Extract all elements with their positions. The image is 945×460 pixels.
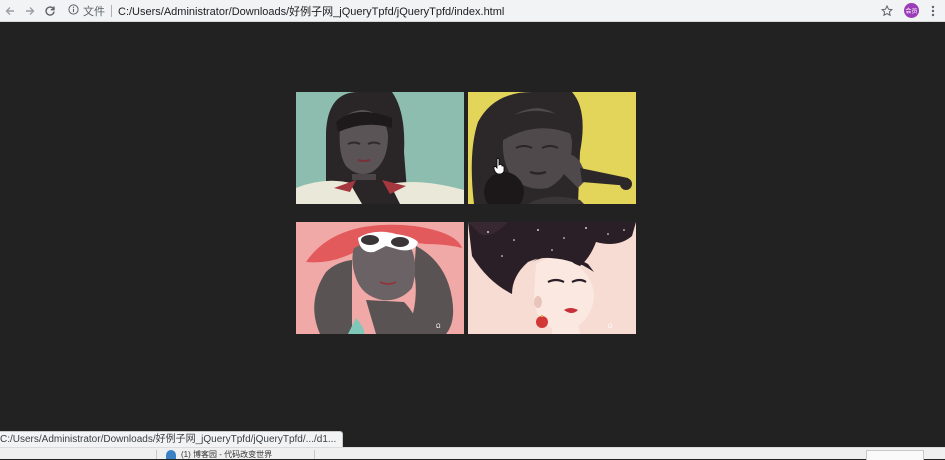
star-icon [881, 4, 893, 16]
forward-button[interactable] [20, 1, 40, 21]
gallery-tile-woman-with-bangs[interactable] [296, 92, 464, 204]
address-bar[interactable]: 文件 C:/Users/Administrator/Downloads/好例子网… [68, 1, 878, 21]
scheme-label: 文件 [83, 5, 105, 18]
reload-icon [45, 5, 55, 16]
watermark-logo: Ω [608, 324, 613, 330]
illustration-woman-with-starry-hair: Ω [468, 222, 636, 334]
watermark-logo: Ω [436, 324, 441, 330]
illustration-woman-with-phone [468, 92, 636, 204]
bookmark-button[interactable] [878, 2, 896, 20]
back-button[interactable] [0, 1, 20, 21]
profile-avatar[interactable]: 会员 [904, 3, 919, 18]
taskbar: (1) 博客园 - 代码改变世界 [0, 447, 945, 460]
site-info-button[interactable] [68, 2, 79, 20]
illustration-woman-with-bangs [296, 92, 464, 204]
menu-button[interactable] [925, 2, 941, 20]
forward-icon [26, 6, 35, 15]
menu-icon [931, 5, 935, 16]
illustration-woman-with-sunhat: Ω [296, 222, 464, 334]
omnibox-divider [111, 4, 112, 17]
reload-button[interactable] [40, 1, 60, 21]
gallery-tile-woman-with-phone[interactable] [468, 92, 636, 204]
taskbar-tray[interactable] [866, 450, 924, 460]
info-icon [68, 3, 79, 15]
url-text[interactable]: C:/Users/Administrator/Downloads/好例子网_jQ… [118, 3, 504, 19]
gallery-tile-woman-with-starry-hair[interactable]: Ω [468, 222, 636, 334]
gallery-tile-woman-with-sunhat[interactable]: Ω [296, 222, 464, 334]
back-icon [5, 6, 14, 15]
image-gallery: Ω Ω [296, 92, 636, 334]
browser-toolbar: 文件 C:/Users/Administrator/Downloads/好例子网… [0, 0, 945, 22]
